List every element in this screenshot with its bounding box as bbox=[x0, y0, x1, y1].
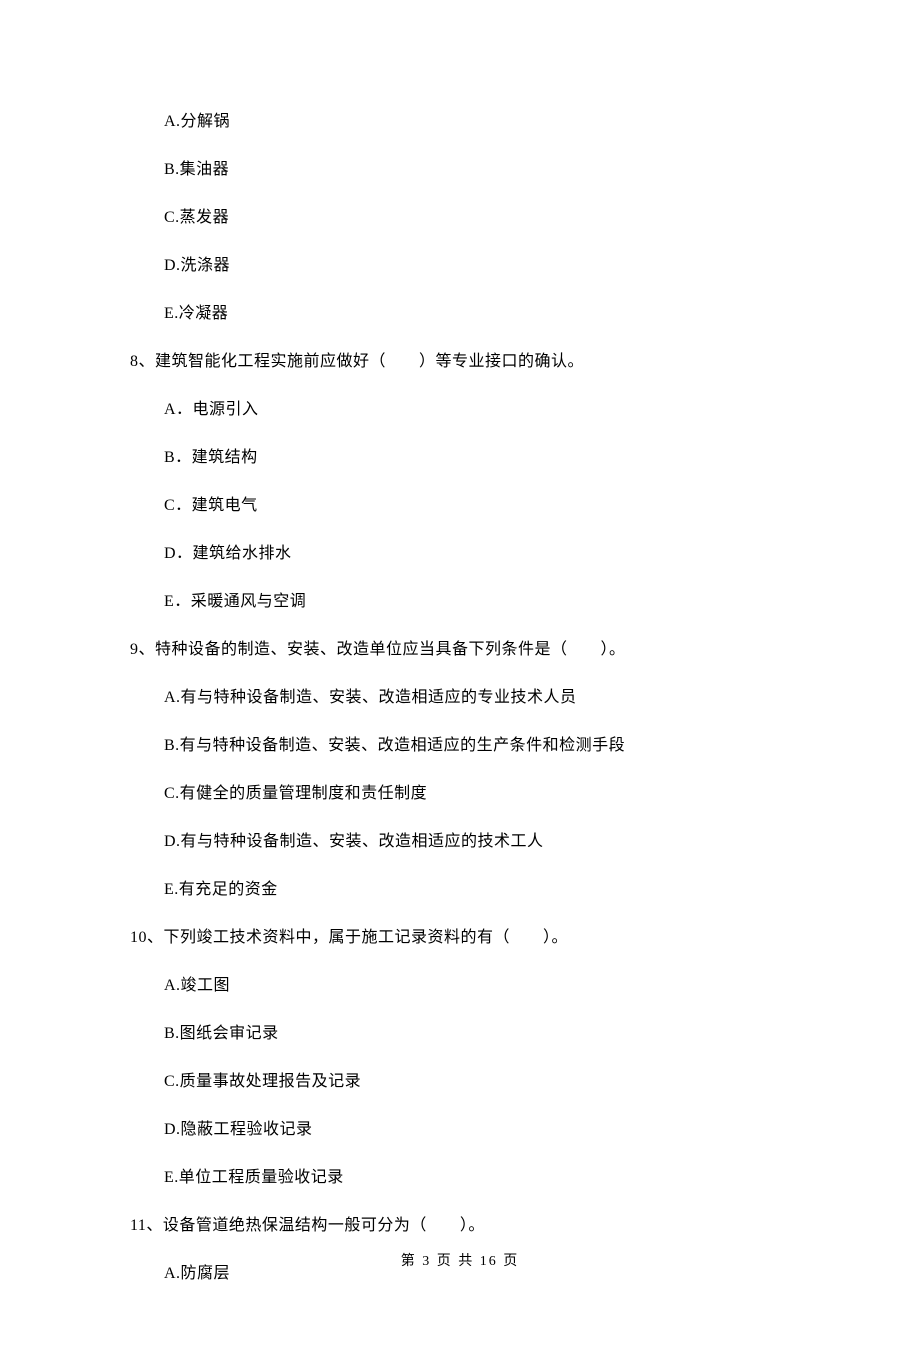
q10-option-b: B.图纸会审记录 bbox=[164, 1022, 790, 1046]
q8-option-e: E．采暖通风与空调 bbox=[164, 590, 790, 614]
q8-option-c: C．建筑电气 bbox=[164, 494, 790, 518]
q9-stem: 9、特种设备的制造、安装、改造单位应当具备下列条件是（ ）。 bbox=[130, 638, 790, 662]
q8-stem: 8、建筑智能化工程实施前应做好（ ）等专业接口的确认。 bbox=[130, 350, 790, 374]
q9-option-e: E.有充足的资金 bbox=[164, 878, 790, 902]
q9-option-c: C.有健全的质量管理制度和责任制度 bbox=[164, 782, 790, 806]
q9-option-b: B.有与特种设备制造、安装、改造相适应的生产条件和检测手段 bbox=[164, 734, 790, 758]
q10-option-c: C.质量事故处理报告及记录 bbox=[164, 1070, 790, 1094]
page-footer: 第 3 页 共 16 页 bbox=[0, 1251, 920, 1272]
q7-option-b: B.集油器 bbox=[164, 158, 790, 182]
q7-option-a: A.分解锅 bbox=[164, 110, 790, 134]
q8-option-d: D．建筑给水排水 bbox=[164, 542, 790, 566]
q7-option-c: C.蒸发器 bbox=[164, 206, 790, 230]
q10-option-a: A.竣工图 bbox=[164, 974, 790, 998]
q10-option-e: E.单位工程质量验收记录 bbox=[164, 1166, 790, 1190]
q10-option-d: D.隐蔽工程验收记录 bbox=[164, 1118, 790, 1142]
q11-stem: 11、设备管道绝热保温结构一般可分为（ ）。 bbox=[130, 1214, 790, 1238]
q10-stem: 10、下列竣工技术资料中，属于施工记录资料的有（ ）。 bbox=[130, 926, 790, 950]
document-page: A.分解锅 B.集油器 C.蒸发器 D.洗涤器 E.冷凝器 8、建筑智能化工程实… bbox=[0, 0, 920, 1350]
q7-option-d: D.洗涤器 bbox=[164, 254, 790, 278]
q7-option-e: E.冷凝器 bbox=[164, 302, 790, 326]
q8-option-b: B．建筑结构 bbox=[164, 446, 790, 470]
q9-option-a: A.有与特种设备制造、安装、改造相适应的专业技术人员 bbox=[164, 686, 790, 710]
q9-option-d: D.有与特种设备制造、安装、改造相适应的技术工人 bbox=[164, 830, 790, 854]
q8-option-a: A．电源引入 bbox=[164, 398, 790, 422]
